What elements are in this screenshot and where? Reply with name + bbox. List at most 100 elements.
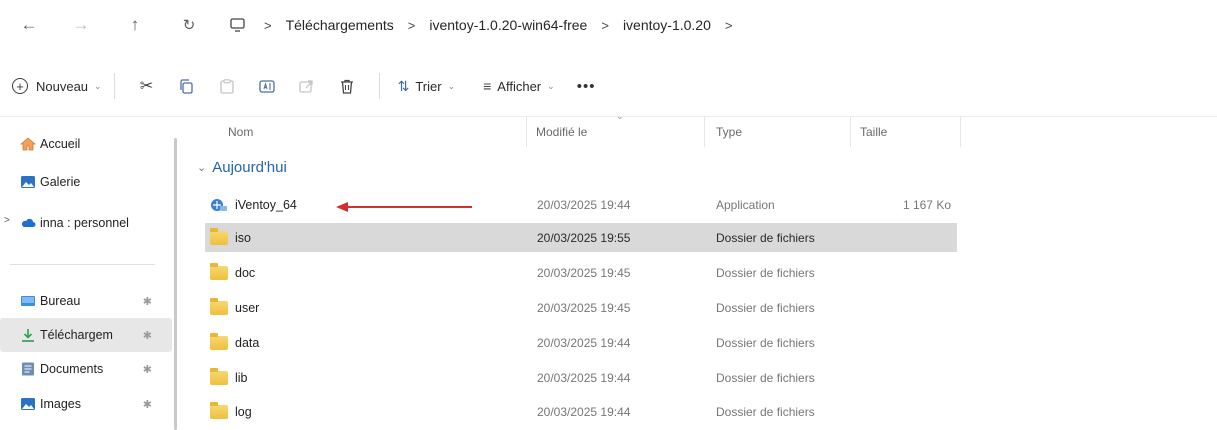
delete-icon[interactable] [327,69,367,103]
file-type: Dossier de fichiers [716,404,815,419]
file-name: data [235,335,260,350]
annotation-arrow-icon [336,202,472,212]
table-row[interactable]: log 20/03/2025 19:44 Dossier de fichiers [205,397,957,426]
rename-icon[interactable] [247,69,287,103]
table-row[interactable]: iVentoy_64 20/03/2025 19:44 Application … [205,190,957,219]
sidebar-item-label: Téléchargem [40,328,113,342]
pin-icon: ✱ [142,398,152,411]
images-icon [21,398,35,410]
sidebar-item-home[interactable]: Accueil [0,127,172,161]
refresh-icon[interactable]: ↻ [172,8,206,42]
file-size: 1 167 Ko [902,197,951,212]
view-list-icon: ≡ [483,78,492,94]
sidebar-item-label: Galerie [40,175,81,189]
folder-icon [210,367,228,385]
view-label: Afficher [497,78,542,94]
command-bar: + Nouveau ⌄ ✂ ⇅ Trier ⌄ ≡ Afficher ⌄ ••• [0,62,1217,110]
chevron-down-icon: ⌄ [447,80,456,91]
sidebar-item-downloads[interactable]: Téléchargem ✱ [0,318,172,352]
table-row[interactable]: iso 20/03/2025 19:55 Dossier de fichiers [205,223,957,252]
breadcrumb-downloads[interactable]: Téléchargements [286,17,394,33]
file-name: doc [235,265,256,280]
folder-icon [210,262,228,280]
sort-label: Trier [415,78,442,94]
new-button[interactable]: + Nouveau ⌄ [12,78,102,94]
column-header-modified[interactable]: Modifié le [536,125,587,139]
file-name: log [235,404,252,419]
file-type: Dossier de fichiers [716,370,815,385]
file-type: Application [716,197,775,212]
up-icon[interactable]: ↑ [118,8,152,42]
file-modified: 20/03/2025 19:44 [537,404,631,419]
sidebar-divider [10,264,155,265]
monitor-icon[interactable] [220,8,254,42]
column-header-name[interactable]: Nom [228,125,253,139]
table-row[interactable]: user 20/03/2025 19:45 Dossier de fichier… [205,293,957,322]
file-modified: 20/03/2025 19:45 [537,265,631,280]
column-divider[interactable] [526,117,527,147]
download-icon [22,329,34,342]
file-name: iVentoy_64 [235,197,297,212]
sort-button[interactable]: ⇅ Trier ⌄ [392,69,462,103]
table-row[interactable]: data 20/03/2025 19:44 Dossier de fichier… [205,328,957,357]
breadcrumb-iventoy[interactable]: iventoy-1.0.20 [623,17,711,33]
sidebar-item-label: inna : personnel [40,216,129,230]
sidebar-item-documents[interactable]: Documents ✱ [0,352,172,386]
new-label: Nouveau [36,78,89,94]
breadcrumb-separator[interactable]: > [408,18,416,33]
more-options-button[interactable]: ••• [577,78,596,95]
view-button[interactable]: ≡ Afficher ⌄ [477,69,561,103]
sidebar-item-label: Documents [40,362,104,376]
sidebar-item-gallery[interactable]: Galerie [0,165,172,199]
plus-icon: + [12,78,28,94]
file-modified: 20/03/2025 19:44 [537,335,631,350]
table-row[interactable]: doc 20/03/2025 19:45 Dossier de fichiers [205,258,957,287]
sidebar-item-label: Accueil [40,137,81,151]
column-divider[interactable] [704,117,705,147]
file-type: Dossier de fichiers [716,230,815,245]
share-icon[interactable] [287,69,327,103]
breadcrumb-separator[interactable]: > [264,18,272,33]
breadcrumb-iventoy-win64[interactable]: iventoy-1.0.20-win64-free [429,17,587,33]
column-header-type[interactable]: Type [716,125,742,139]
pin-icon: ✱ [142,295,152,308]
copy-icon[interactable] [167,69,207,103]
group-header-today[interactable]: ⌄ Aujourd'hui [197,159,287,176]
file-name: user [235,300,260,315]
sidebar-item-onedrive[interactable]: inna : personnel [0,206,172,240]
file-type: Dossier de fichiers [716,335,815,350]
file-modified: 20/03/2025 19:44 [537,370,631,385]
back-icon[interactable]: ← [12,8,46,42]
breadcrumb-separator[interactable]: > [725,18,733,33]
cloud-icon [21,218,36,227]
sidebar-item-desktop[interactable]: Bureau ✱ [0,284,172,318]
breadcrumb-separator[interactable]: > [601,18,609,33]
forward-icon[interactable]: → [64,8,98,42]
sidebar-item-images[interactable]: Images ✱ [0,387,172,421]
desktop-icon [21,296,35,306]
sidebar-item-label: Images [40,397,81,411]
file-type: Dossier de fichiers [716,265,815,280]
group-label: Aujourd'hui [212,159,287,176]
file-name: iso [235,230,251,245]
file-name: lib [235,370,248,385]
column-divider[interactable] [850,117,851,147]
folder-icon [210,401,228,419]
sidebar-item-label: Bureau [40,294,81,308]
column-divider[interactable] [960,117,961,147]
application-icon [211,198,227,211]
cut-icon[interactable]: ✂ [127,69,167,103]
column-header-size[interactable]: Taille [860,125,887,139]
sidebar-scrollbar[interactable] [174,138,177,430]
navigation-pane: Accueil Galerie > inna : personnel Burea… [0,117,176,430]
chevron-down-icon: ⌄ [547,80,555,91]
folder-icon [210,332,228,350]
file-modified: 20/03/2025 19:45 [537,300,631,315]
table-row[interactable]: lib 20/03/2025 19:44 Dossier de fichiers [205,363,957,392]
folder-icon [210,227,228,245]
paste-icon[interactable] [207,69,247,103]
toolbar-divider [378,73,380,99]
address-bar: ← → ↑ ↻ > Téléchargements > iventoy-1.0.… [0,0,1217,50]
toolbar-divider [113,73,115,99]
column-headers: Nom Modifié le Type Taille [190,117,1210,147]
